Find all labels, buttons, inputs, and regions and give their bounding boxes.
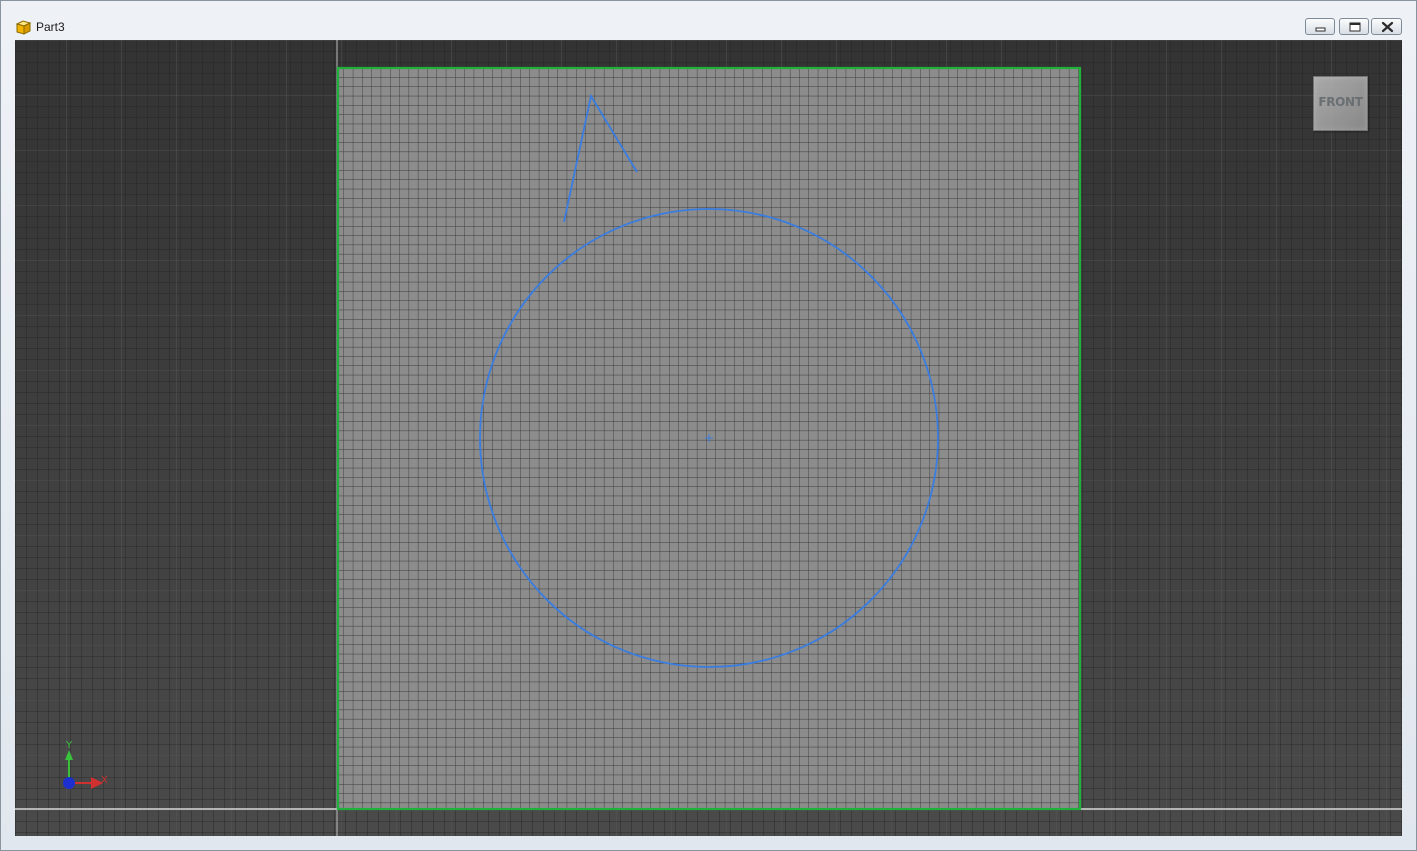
axis-triad: Y X xyxy=(55,740,125,800)
maximize-button[interactable] xyxy=(1339,18,1369,35)
close-button[interactable] xyxy=(1371,18,1402,35)
graphics-viewport[interactable]: FRONT Y X xyxy=(15,40,1402,836)
axis-y-label: Y xyxy=(66,740,73,751)
maximize-icon xyxy=(1349,22,1361,32)
minimize-icon xyxy=(1315,27,1326,32)
window-title: Part3 xyxy=(36,20,65,34)
y-axis-arrowhead xyxy=(65,750,73,760)
minimize-button[interactable] xyxy=(1305,18,1335,35)
document-window: Part3 FRONT Y X xyxy=(0,0,1417,851)
axis-x-label: X xyxy=(101,775,108,786)
z-axis-origin xyxy=(63,777,75,789)
close-icon xyxy=(1381,21,1394,33)
title-bar[interactable]: Part3 xyxy=(1,1,1416,39)
part-cube-icon xyxy=(15,18,33,36)
view-cube[interactable]: FRONT xyxy=(1313,76,1368,131)
view-cube-label: FRONT xyxy=(1318,95,1363,109)
